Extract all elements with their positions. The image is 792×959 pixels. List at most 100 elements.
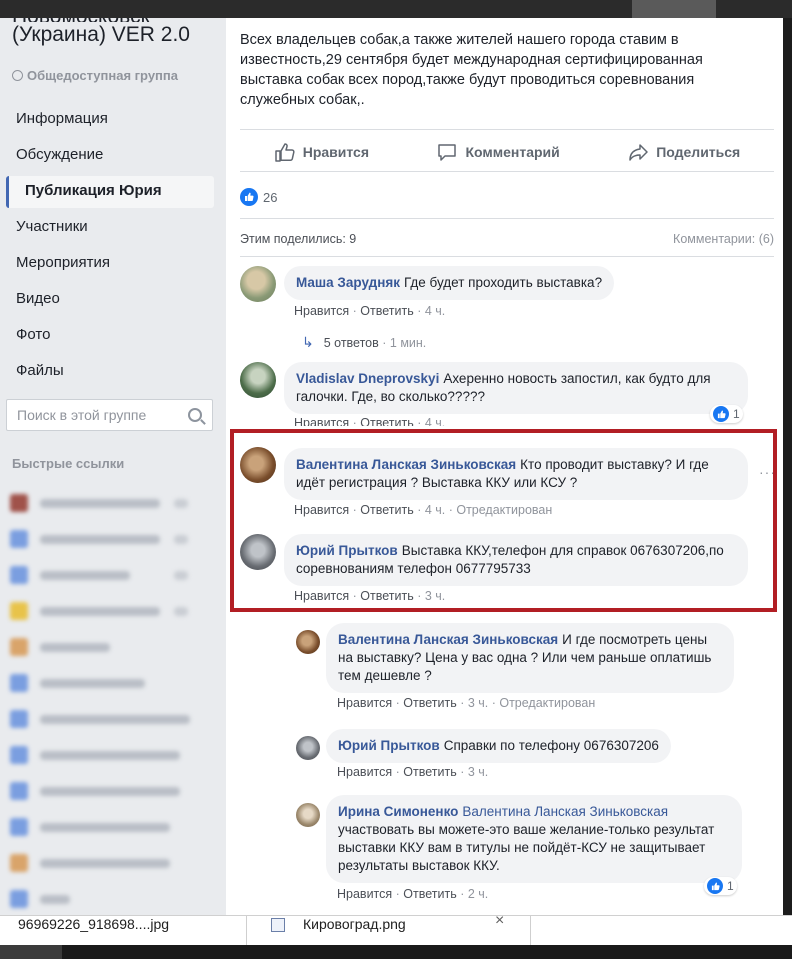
quick-link[interactable] [10,737,210,773]
divider [530,916,531,946]
taskbar-item[interactable] [0,945,62,959]
edited-label[interactable]: Отредактирован [499,696,595,710]
comment-like-link[interactable]: Нравится [337,696,392,710]
divider [246,916,247,946]
comment-author[interactable]: Маша Зарудняк [296,275,400,290]
quick-links-list [10,485,210,915]
quick-link[interactable] [10,557,210,593]
group-sidebar: Новомосковск (Украина) VER 2.0 Общедосту… [0,0,226,915]
comment-icon [438,144,457,161]
comment-text: Где будет проходить выставка? [404,275,603,290]
reply-bubble: Валентина Ланская Зиньковская И где посмо… [326,623,734,693]
globe-icon [12,70,23,81]
quick-link[interactable] [10,845,210,881]
avatar[interactable] [240,362,276,398]
search-placeholder: Поиск в этой группе [17,407,147,423]
divider [240,218,774,219]
like-label: Нравится [302,144,370,160]
share-label: Поделиться [656,144,741,160]
reply-bubble: Ирина Симоненко Валентина Ланская Зиньков… [326,795,742,883]
post-text: Всех владельцев собак,а также жителей на… [240,32,703,108]
quick-link[interactable] [10,773,210,809]
comment-reply-link[interactable]: Ответить [403,765,456,779]
comment-like-link[interactable]: Нравится [294,304,349,318]
comment-reactions[interactable]: 1 [710,405,743,423]
taskbar [0,945,792,959]
reaction-count: 1 [727,879,734,893]
share-button[interactable]: Поделиться [627,142,740,162]
comment-reply-link[interactable]: Ответить [403,887,456,901]
nav-item-info[interactable]: Информация [6,104,214,136]
download-file-name[interactable]: 96969226_918698....jpg [18,916,169,932]
quick-link[interactable] [10,809,210,845]
replies-time: 1 мин. [389,335,427,350]
comment-reply-link[interactable]: Ответить [360,304,413,318]
nav-item-discussion[interactable]: Обсуждение [6,140,214,172]
quick-links-title: Быстрые ссылки [12,456,125,471]
comment-time[interactable]: 3 ч. [468,696,488,710]
like-button[interactable]: Нравится [274,142,369,162]
group-search-input[interactable]: Поиск в этой группе [6,399,213,431]
quick-link[interactable] [10,665,210,701]
comment-reactions[interactable]: 1 [704,877,737,895]
comment-time[interactable]: 2 ч. [468,887,488,901]
nav-item-video[interactable]: Видео [6,284,214,316]
comment-like-link[interactable]: Нравится [294,416,349,426]
comment-like-link[interactable]: Нравится [337,765,392,779]
like-reaction-icon [713,406,729,422]
like-reaction-icon [707,878,723,894]
like-count: 26 [263,189,278,205]
avatar[interactable] [240,266,276,302]
divider [240,129,774,130]
comment-author[interactable]: Юрий Прытков [338,738,440,753]
highlight-box [230,429,777,612]
comment-meta: Нравится · Ответить · 3 ч. · Отредактиро… [337,696,596,710]
group-type-label: Общедоступная группа [27,68,178,83]
avatar[interactable] [296,803,320,827]
divider [240,256,774,257]
quick-link[interactable] [10,881,210,915]
view-replies-link[interactable]: ↳ 5 ответов · 1 мин. [302,334,426,351]
comment-text: Справки по телефону 0676307206 [443,738,659,753]
nav-item-events[interactable]: Мероприятия [6,248,214,280]
post-actions: Нравится Комментарий Поделиться [240,136,774,168]
download-file-name[interactable]: Кировоград.png [303,916,406,932]
comment-time[interactable]: 4 ч. [425,416,445,426]
reaction-count: 1 [733,407,740,421]
comment-label: Комментарий [465,144,560,160]
comment-mention[interactable]: Валентина Ланская Зиньковская [462,804,668,819]
comment-time[interactable]: 4 ч. [425,304,445,318]
file-icon [271,918,285,932]
comment-meta: Нравится · Ответить · 4 ч. [294,304,446,318]
nav-item-members[interactable]: Участники [6,212,214,244]
quick-link[interactable] [10,593,210,629]
quick-link[interactable] [10,485,210,521]
nav-item-photo[interactable]: Фото [6,320,214,352]
quick-link[interactable] [10,521,210,557]
comment-meta: Нравится · Ответить · 2 ч. [337,887,489,901]
comment-author[interactable]: Валентина Ланская Зиньковская [338,632,558,647]
nav-item-files[interactable]: Файлы [6,356,214,388]
comment-author[interactable]: Vladislav Dneprovskyi [296,371,439,386]
comment-like-link[interactable]: Нравится [337,887,392,901]
nav-item-yuriy-post[interactable]: Публикация Юрия [6,176,214,208]
avatar[interactable] [296,736,320,760]
comment-reply-link[interactable]: Ответить [403,696,456,710]
comments-count-link[interactable]: Комментарии: (6) [673,232,774,246]
comment-time[interactable]: 3 ч. [468,765,488,779]
search-icon[interactable] [188,408,202,422]
download-bar: 96969226_918698....jpg Кировоград.png × [0,912,792,946]
comment-reply-link[interactable]: Ответить [360,416,413,426]
quick-link[interactable] [10,629,210,665]
shares-link[interactable]: Этим поделились: 9 [240,232,356,246]
comment-author[interactable]: Ирина Симоненко [338,804,458,819]
like-reaction-icon [240,188,258,206]
close-icon[interactable]: × [495,912,504,930]
comment-button[interactable]: Комментарий [436,142,560,162]
comment-bubble: Маша Зарудняк Где будет проходить выставк… [284,266,615,300]
toolbar-button[interactable] [632,0,716,18]
avatar[interactable] [296,630,320,654]
quick-link[interactable] [10,701,210,737]
like-summary[interactable]: 26 [240,188,277,206]
group-name-line2: (Украина) VER 2.0 [12,23,190,46]
